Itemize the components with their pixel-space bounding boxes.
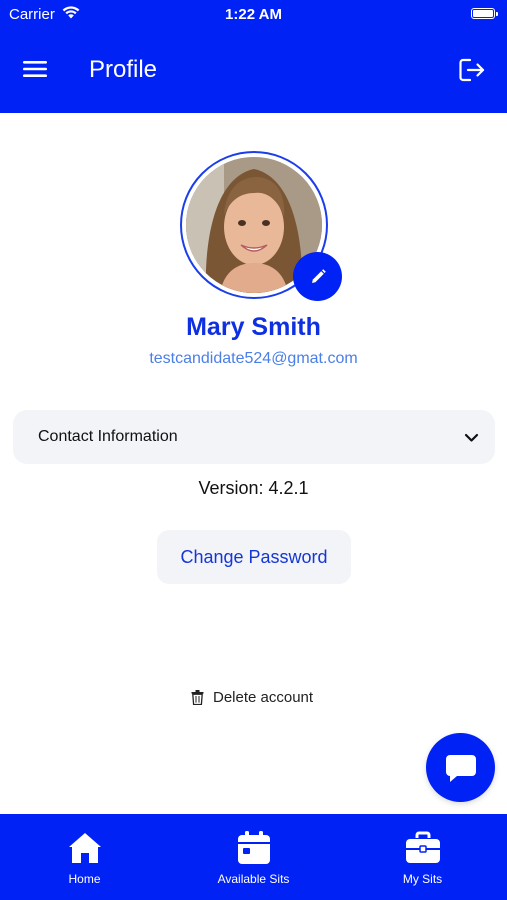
tab-my-sits[interactable]: My Sits <box>338 814 507 900</box>
version-label: Version: 4.2.1 <box>198 478 309 498</box>
hamburger-menu-icon[interactable] <box>22 58 48 80</box>
status-bar: Carrier 1:22 AM <box>0 0 507 28</box>
pencil-icon <box>311 268 326 283</box>
page-title: Profile <box>89 56 158 83</box>
tab-available-sits[interactable]: Available Sits <box>169 814 338 900</box>
trash-icon <box>191 689 204 705</box>
delete-account-label: Delete account <box>213 688 314 706</box>
chat-button[interactable] <box>426 733 495 802</box>
calendar-icon <box>237 831 270 864</box>
bottom-tab-bar: Home Available Sits My Sits <box>0 814 507 900</box>
tab-available-sits-label: Available Sits <box>217 872 290 886</box>
briefcase-icon <box>405 831 440 863</box>
change-password-button[interactable]: Change Password <box>157 530 351 584</box>
logout-icon[interactable] <box>458 57 486 83</box>
edit-avatar-button[interactable] <box>293 252 342 301</box>
contact-information-accordion[interactable]: Contact Information <box>13 410 495 464</box>
status-time: 1:22 AM <box>225 6 282 23</box>
profile-email: testcandidate524@gmat.com <box>149 350 358 367</box>
profile-avatar <box>180 151 342 301</box>
tab-home-label: Home <box>68 872 101 886</box>
chat-bubble-icon <box>445 754 476 782</box>
app-header: Carrier 1:22 AM Profile <box>0 0 507 113</box>
tab-home[interactable]: Home <box>0 814 169 900</box>
profile-name: Mary Smith <box>186 313 321 341</box>
battery-icon <box>471 8 498 19</box>
chevron-down-icon <box>464 433 479 442</box>
tab-my-sits-label: My Sits <box>402 872 443 886</box>
contact-information-label: Contact Information <box>38 428 178 445</box>
home-icon <box>68 833 101 863</box>
delete-account-button[interactable]: Delete account <box>191 686 313 708</box>
